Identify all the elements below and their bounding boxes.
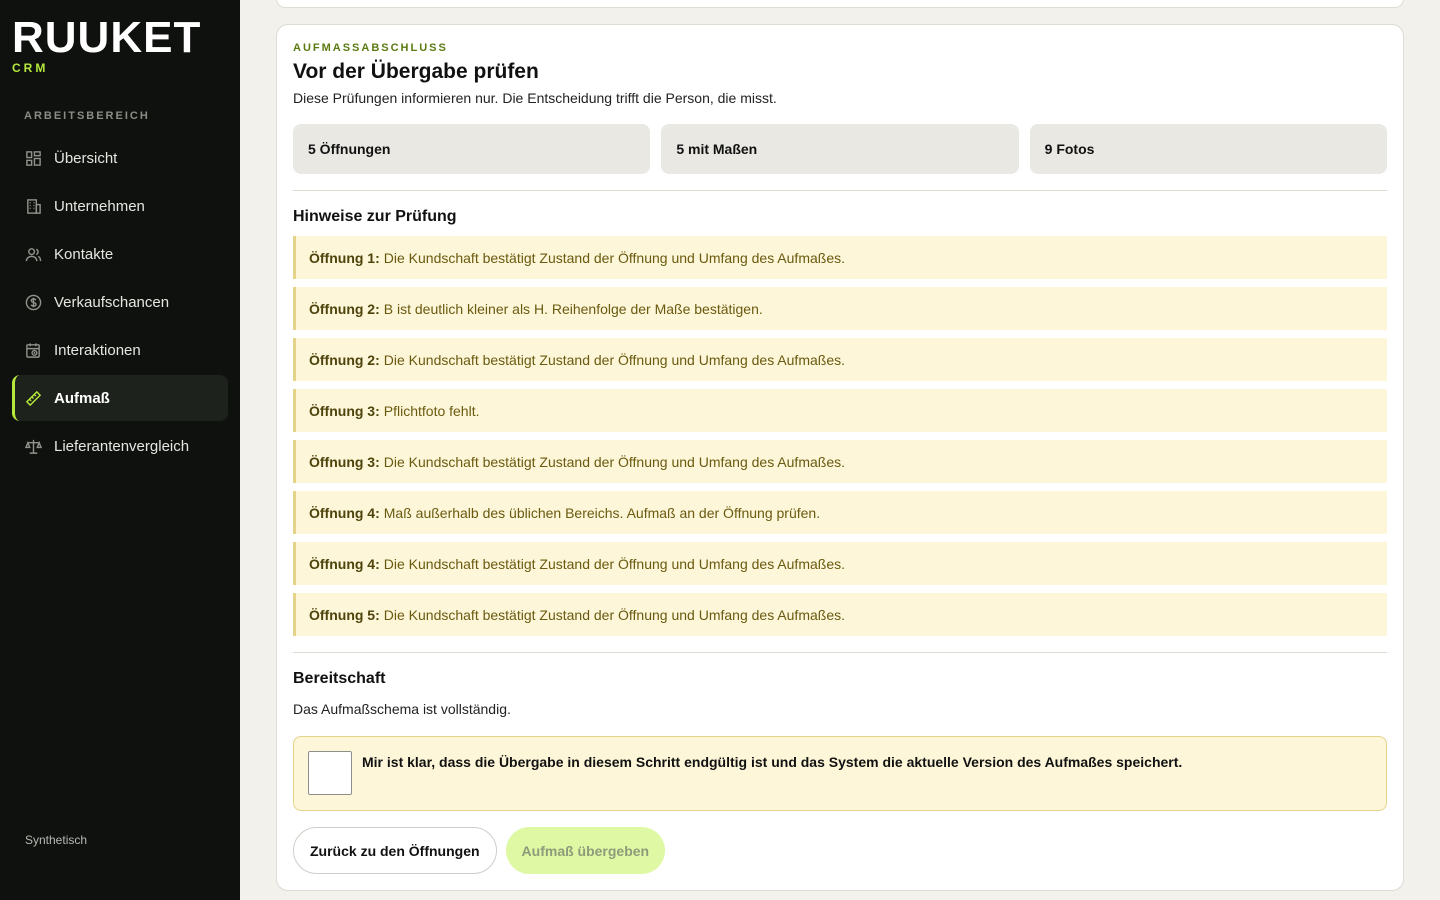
brand-name: RUUKET [12,13,202,62]
hint-text: Die Kundschaft bestätigt Zustand der Öff… [383,249,845,266]
sidebar-item-interaktionen[interactable]: Interaktionen [12,327,228,373]
hint-text: B ist deutlich kleiner als H. Reihenfolg… [383,300,763,317]
divider [293,652,1387,653]
hints-title: Hinweise zur Prüfung [293,208,457,225]
scale-icon [24,437,42,455]
confirm-text: Mir ist klar, dass die Übergabe in diese… [362,754,1183,770]
previous-card [276,0,1404,8]
sidebar-item-label: Interaktionen [54,341,141,359]
hint-text: Die Kundschaft bestätigt Zustand der Öff… [383,555,845,572]
readiness-text: Das Aufmaßschema ist vollständig. [293,701,511,717]
sidebar-nav: Übersicht Unternehmen Kontakte Verkaufsc… [12,135,228,471]
hint-text: Maß außerhalb des üblichen Bereichs. Auf… [383,504,821,521]
back-to-openings-button[interactable]: Zurück zu den Öffnungen [293,827,497,874]
hint-label: Öffnung 5: [309,606,380,623]
hint-item: Öffnung 3: Die Kundschaft bestätigt Zusta… [293,440,1387,483]
card-eyebrow: AUFMASSABSCHLUSS [293,42,448,54]
sidebar-item-label: Aufmaß [54,389,110,407]
hint-label: Öffnung 2: [309,300,380,317]
sidebar-item-kontakte[interactable]: Kontakte [12,231,228,277]
brand-logo[interactable]: RUUKET CRM [12,13,202,76]
sidebar-footer-note: Synthetisch [25,833,88,847]
sidebar-item-uebersicht[interactable]: Übersicht [12,135,228,181]
sidebar-item-label: Unternehmen [54,197,145,215]
hint-item: Öffnung 1: Die Kundschaft bestätigt Zusta… [293,236,1387,279]
hint-item: Öffnung 4: Maß außerhalb des üblichen Ber… [293,491,1387,534]
dashboard-icon [24,149,42,167]
users-icon [24,245,42,263]
hint-label: Öffnung 2: [309,351,380,368]
handover-card: AUFMASSABSCHLUSS Vor der Übergabe prüfen… [276,24,1404,891]
sidebar-item-lieferantenvergleich[interactable]: Lieferantenvergleich [12,423,228,469]
hint-item: Öffnung 5: Die Kundschaft bestätigt Zusta… [293,593,1387,636]
building-icon [24,197,42,215]
sidebar-item-label: Lieferantenvergleich [54,437,190,455]
hint-text: Die Kundschaft bestätigt Zustand der Öff… [383,351,845,368]
hint-text: Die Kundschaft bestätigt Zustand der Öff… [383,453,845,470]
stat-photos: 9 Fotos [1029,124,1387,174]
readiness-title: Bereitschaft [293,670,386,687]
hint-label: Öffnung 1: [309,249,380,266]
hint-text: Die Kundschaft bestätigt Zustand der Öff… [383,606,845,623]
hint-label: Öffnung 3: [309,453,380,470]
sidebar-item-verkaufschancen[interactable]: Verkaufschancen [12,279,228,325]
brand-sub: CRM [12,61,49,75]
submit-measurement-button[interactable]: Aufmaß übergeben [505,827,666,874]
sidebar-item-label: Verkaufschancen [54,293,170,311]
hint-label: Öffnung 4: [309,555,380,572]
sidebar: RUUKET CRM ARBEITSBEREICH Übersicht Unte… [0,0,240,900]
dollar-icon [24,293,42,311]
ruler-icon [24,389,42,407]
sidebar-item-unternehmen[interactable]: Unternehmen [12,183,228,229]
page-subtitle: Diese Prüfungen informieren nur. Die Ent… [293,90,777,106]
divider [293,190,1387,191]
hint-item: Öffnung 2: Die Kundschaft bestätigt Zusta… [293,338,1387,381]
summary-stats: 5 Öffnungen 5 mit Maßen 9 Fotos [293,124,1387,174]
calendar-clock-icon [24,341,42,359]
hint-item: Öffnung 4: Die Kundschaft bestätigt Zusta… [293,542,1387,585]
sidebar-item-label: Kontakte [54,245,114,263]
hint-label: Öffnung 4: [309,504,380,521]
action-bar: Zurück zu den Öffnungen Aufmaß übergeben [293,827,1387,874]
sidebar-item-label: Übersicht [54,149,118,167]
hint-item: Öffnung 3: Pflichtfoto fehlt. [293,389,1387,432]
confirmation-box: Mir ist klar, dass die Übergabe in diese… [293,736,1387,811]
hint-item: Öffnung 2: B ist deutlich kleiner als H. … [293,287,1387,330]
hint-text: Pflichtfoto fehlt. [383,402,480,419]
hint-label: Öffnung 3: [309,402,380,419]
nav-section-label: ARBEITSBEREICH [24,110,150,122]
confirm-checkbox[interactable] [308,751,352,795]
sidebar-item-aufmass[interactable]: Aufmaß [12,375,228,421]
hints-list: Öffnung 1: Die Kundschaft bestätigt Zusta… [293,236,1387,636]
page-title: Vor der Übergabe prüfen [293,60,539,83]
stat-openings: 5 Öffnungen [293,124,651,174]
stat-measured: 5 mit Maßen [661,124,1019,174]
